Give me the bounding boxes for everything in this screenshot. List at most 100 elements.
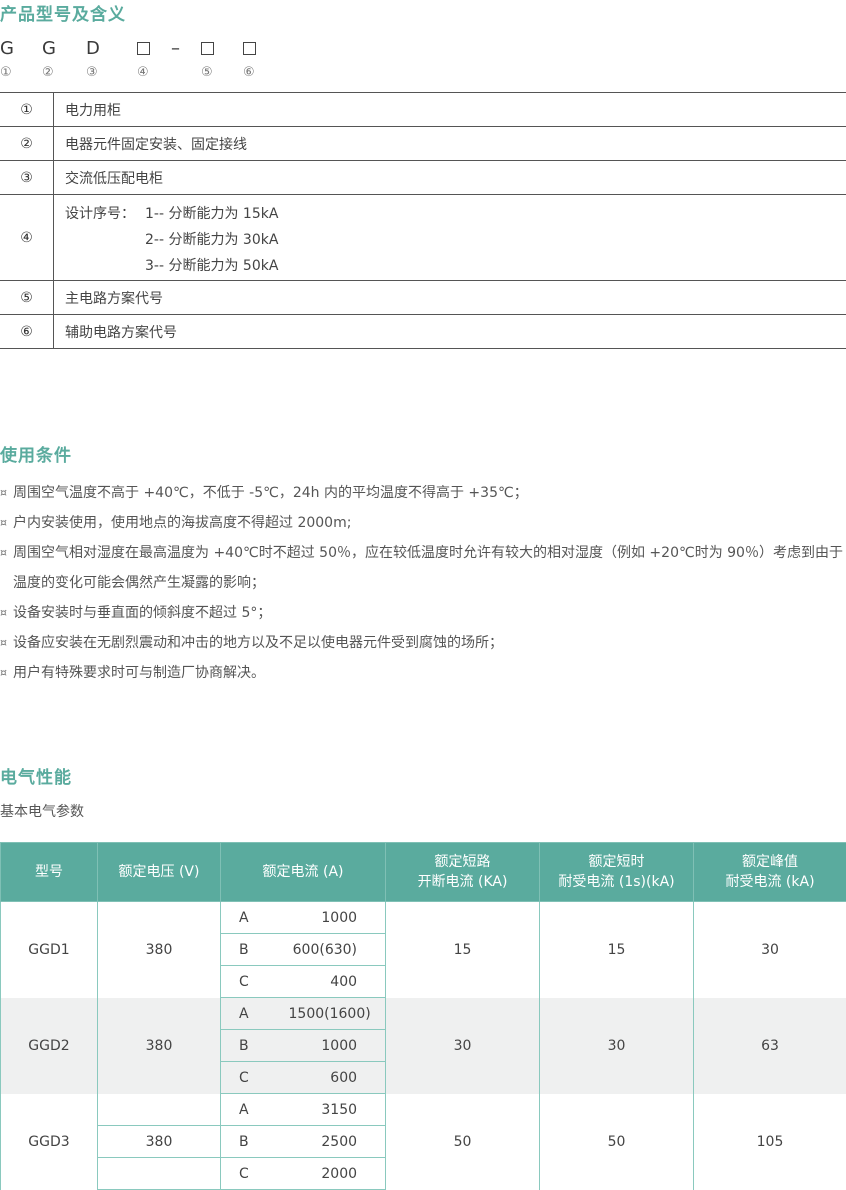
current-grade: C bbox=[221, 1158, 289, 1190]
placeholder-box bbox=[243, 42, 256, 55]
current-grade: B bbox=[221, 1030, 289, 1062]
params-subtitle: 基本电气参数 bbox=[0, 801, 84, 821]
header-voltage: 额定电压 (V) bbox=[98, 843, 221, 902]
current-value: 1500(1600) bbox=[289, 998, 386, 1030]
model-letter: D bbox=[86, 38, 100, 59]
meaning-text: 电器元件固定安装、固定接线 bbox=[54, 127, 846, 161]
current-value: 1000 bbox=[289, 1030, 386, 1062]
position-number: ② bbox=[42, 65, 54, 80]
meaning-text: 辅助电路方案代号 bbox=[54, 315, 846, 349]
condition-text: 户内安装使用，使用地点的海拔高度不得超过 2000m; bbox=[13, 515, 351, 531]
current-value: 3150 bbox=[289, 1094, 386, 1126]
current-grade: C bbox=[221, 1062, 289, 1094]
design-number-cell: 设计序号： 1-- 分断能力为 15kA 2-- 分断能力为 30kA 3-- … bbox=[54, 195, 846, 281]
electrical-params-table: 型号 额定电压 (V) 额定电流 (A) 额定短路开断电流 (KA) 额定短时耐… bbox=[0, 842, 846, 1190]
electrical-section-title: 电气性能 bbox=[0, 763, 72, 788]
model-position-numbers: ① ② ③ ④ ⑤ ⑥ bbox=[0, 65, 300, 85]
current-value: 600 bbox=[289, 1062, 386, 1094]
current-grade: C bbox=[221, 966, 289, 998]
peak-cell: 105 bbox=[694, 1094, 846, 1190]
voltage-cell-blank bbox=[98, 1094, 221, 1126]
model-cell: GGD3 bbox=[1, 1094, 98, 1190]
table-row: GGD2 380 A 1500(1600) 30 30 63 bbox=[1, 998, 846, 1030]
bullet-icon: ¤ bbox=[0, 658, 7, 688]
model-code: G G D – bbox=[0, 38, 300, 62]
header-current: 额定电流 (A) bbox=[221, 843, 386, 902]
meaning-row: ④ 设计序号： 1-- 分断能力为 15kA 2-- 分断能力为 30kA 3-… bbox=[0, 195, 846, 281]
voltage-cell: 380 bbox=[98, 902, 221, 998]
meaning-number: ⑥ bbox=[0, 315, 54, 349]
meaning-text: 主电路方案代号 bbox=[54, 281, 846, 315]
current-grade: B bbox=[221, 934, 289, 966]
design-line: 1-- 分断能力为 15kA bbox=[145, 203, 278, 223]
current-grade: B bbox=[221, 1126, 289, 1158]
bullet-icon: ¤ bbox=[0, 538, 7, 568]
current-value: 2500 bbox=[289, 1126, 386, 1158]
bullet-icon: ¤ bbox=[0, 598, 7, 628]
meaning-row: ⑤ 主电路方案代号 bbox=[0, 281, 846, 315]
current-value: 2000 bbox=[289, 1158, 386, 1190]
meaning-number: ② bbox=[0, 127, 54, 161]
bullet-icon: ¤ bbox=[0, 508, 7, 538]
meaning-text: 电力用柜 bbox=[54, 93, 846, 127]
model-section-title: 产品型号及含义 bbox=[0, 0, 126, 25]
position-number: ③ bbox=[86, 65, 98, 80]
meaning-number: ④ bbox=[0, 195, 54, 281]
position-number: ⑤ bbox=[201, 65, 213, 80]
table-row: GGD1 380 A 1000 15 15 30 bbox=[1, 902, 846, 934]
condition-text: 设备安装时与垂直面的倾斜度不超过 5°； bbox=[13, 605, 271, 621]
short-time-cell: 15 bbox=[540, 902, 694, 998]
current-value: 600(630) bbox=[289, 934, 386, 966]
list-item: ¤ 设备应安装在无剧烈震动和冲击的地方以及不足以使电器元件受到腐蚀的场所； bbox=[0, 628, 846, 658]
model-letter: G bbox=[42, 38, 56, 59]
meaning-number: ③ bbox=[0, 161, 54, 195]
placeholder-box bbox=[201, 42, 214, 55]
peak-cell: 30 bbox=[694, 902, 846, 998]
model-meaning-table: ① 电力用柜 ② 电器元件固定安装、固定接线 ③ 交流低压配电柜 ④ 设计序号：… bbox=[0, 92, 846, 349]
breaking-cell: 15 bbox=[386, 902, 540, 998]
voltage-cell: 380 bbox=[98, 1126, 221, 1158]
list-item: ¤ 用户有特殊要求时可与制造厂协商解决。 bbox=[0, 658, 846, 688]
current-grade: A bbox=[221, 902, 289, 934]
current-grade: A bbox=[221, 1094, 289, 1126]
voltage-cell: 380 bbox=[98, 998, 221, 1094]
header-line: 额定短时 bbox=[589, 854, 645, 870]
bullet-icon: ¤ bbox=[0, 478, 7, 508]
conditions-section-title: 使用条件 bbox=[0, 441, 72, 466]
meaning-row: ⑥ 辅助电路方案代号 bbox=[0, 315, 846, 349]
current-value: 1000 bbox=[289, 902, 386, 934]
table-row: GGD3 A 3150 50 50 105 bbox=[1, 1094, 846, 1126]
current-value: 400 bbox=[289, 966, 386, 998]
header-line: 耐受电流 (1s)(kA) bbox=[558, 874, 674, 890]
meaning-number: ⑤ bbox=[0, 281, 54, 315]
breaking-cell: 30 bbox=[386, 998, 540, 1094]
breaking-cell: 50 bbox=[386, 1094, 540, 1190]
voltage-cell-blank bbox=[98, 1158, 221, 1190]
list-item: ¤ 设备安装时与垂直面的倾斜度不超过 5°； bbox=[0, 598, 846, 628]
condition-text: 用户有特殊要求时可与制造厂协商解决。 bbox=[13, 665, 265, 681]
design-line: 2-- 分断能力为 30kA bbox=[145, 229, 278, 249]
meaning-row: ② 电器元件固定安装、固定接线 bbox=[0, 127, 846, 161]
placeholder-box bbox=[137, 42, 150, 55]
header-breaking: 额定短路开断电流 (KA) bbox=[386, 843, 540, 902]
model-cell: GGD2 bbox=[1, 998, 98, 1094]
condition-text: 设备应安装在无剧烈震动和冲击的地方以及不足以使电器元件受到腐蚀的场所； bbox=[13, 635, 503, 651]
bullet-icon: ¤ bbox=[0, 628, 7, 658]
model-letter: G bbox=[0, 38, 14, 59]
design-label: 设计序号： bbox=[65, 203, 135, 223]
short-time-cell: 30 bbox=[540, 998, 694, 1094]
model-cell: GGD1 bbox=[1, 902, 98, 998]
meaning-text: 交流低压配电柜 bbox=[54, 161, 846, 195]
model-dash: – bbox=[171, 38, 180, 59]
design-line: 3-- 分断能力为 50kA bbox=[145, 255, 278, 275]
meaning-row: ③ 交流低压配电柜 bbox=[0, 161, 846, 195]
header-line: 耐受电流 (kA) bbox=[725, 874, 814, 890]
condition-text: 周围空气温度不高于 +40℃，不低于 -5℃，24h 内的平均温度不得高于 +3… bbox=[13, 485, 528, 501]
position-number: ⑥ bbox=[243, 65, 255, 80]
header-model: 型号 bbox=[1, 843, 98, 902]
header-peak: 额定峰值耐受电流 (kA) bbox=[694, 843, 846, 902]
list-item: ¤ 周围空气温度不高于 +40℃，不低于 -5℃，24h 内的平均温度不得高于 +… bbox=[0, 478, 846, 508]
meaning-row: ① 电力用柜 bbox=[0, 93, 846, 127]
position-number: ① bbox=[0, 65, 12, 80]
list-item: ¤ 户内安装使用，使用地点的海拔高度不得超过 2000m; bbox=[0, 508, 846, 538]
